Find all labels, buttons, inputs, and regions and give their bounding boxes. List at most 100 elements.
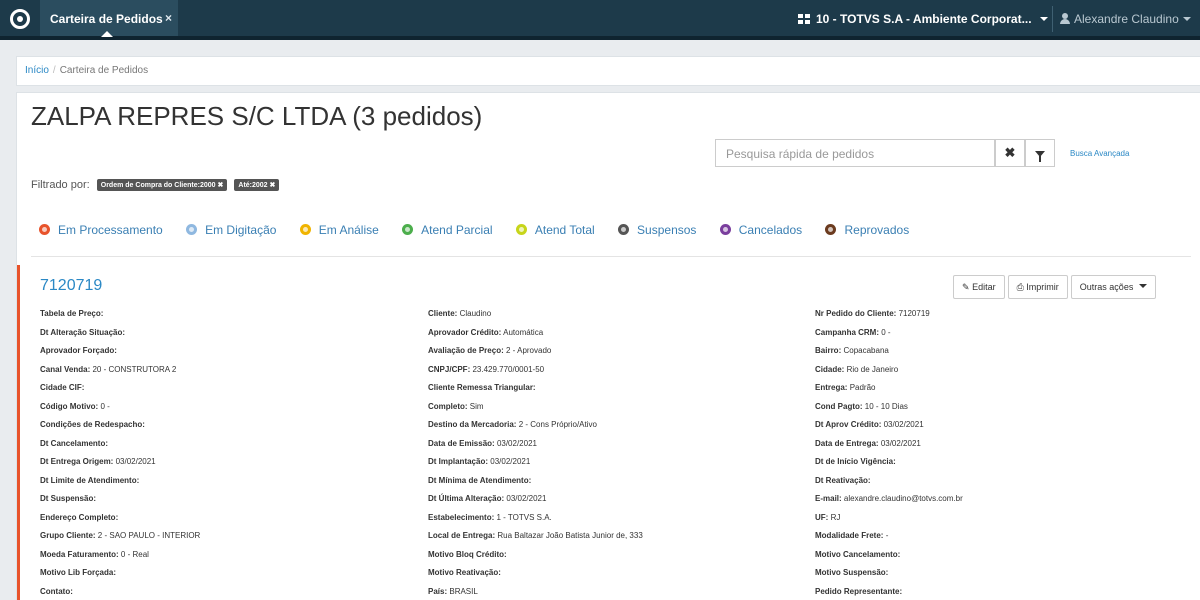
detail-label: Cond Pagto: — [815, 401, 863, 411]
detail-label: Dt Cancelamento: — [40, 438, 109, 448]
detail-row: Canal Venda: 20 - CONSTRUTORA 2 — [40, 365, 200, 384]
detail-value: 2 - SAO PAULO - INTERIOR — [97, 531, 201, 540]
order-actions: ✎ Editar ⎙ Imprimir Outras ações — [950, 275, 1157, 299]
detail-label: Estabelecimento: — [428, 512, 495, 522]
filter-icon — [1035, 151, 1045, 162]
detail-value: Rua Baltazar João Batista Junior de, 333 — [497, 531, 643, 540]
page-title: ZALPA REPRES S/C LTDA (3 pedidos) — [31, 101, 483, 131]
detail-row: Dt Reativação: — [815, 476, 963, 495]
detail-label: Canal Venda: — [40, 364, 91, 374]
detail-label: Condições de Redespacho: — [40, 420, 145, 429]
detail-label: Data de Emissão: — [428, 438, 495, 448]
legend-item-reprovados[interactable]: Reprovados — [825, 223, 909, 237]
detail-label: Cliente: — [428, 309, 458, 318]
active-filters: Filtrado por: Ordem de Compra do Cliente… — [31, 179, 280, 191]
detail-row: Pedido Representante: — [815, 587, 963, 600]
detail-label: Dt de Início Vigência: — [815, 457, 896, 466]
detail-row: Dt Limite de Atendimento: — [40, 476, 200, 495]
company-selector[interactable]: 10 - TOTVS S.A - Ambiente Corporat... — [798, 12, 1048, 26]
company-label: 10 - TOTVS S.A - Ambiente Corporat... — [816, 12, 1032, 26]
user-menu[interactable]: Alexandre Claudino — [1060, 12, 1191, 26]
status-dot-icon — [825, 224, 837, 235]
detail-label: Avaliação de Preço: — [428, 346, 504, 355]
legend-item-atend-parcial[interactable]: Atend Parcial — [402, 223, 493, 237]
order-card: 7120719 ✎ Editar ⎙ Imprimir Outras ações… — [17, 265, 1200, 600]
detail-value: 03/02/2021 — [115, 457, 156, 466]
legend-label: Atend Parcial — [421, 223, 493, 237]
order-details-col-2: Cliente: Claudino Aprovador Crédito: Auto… — [428, 309, 643, 600]
legend-item-em-digitacao[interactable]: Em Digitação — [186, 223, 276, 237]
detail-value: 23.429.770/0001-50 — [472, 364, 545, 374]
legend-item-atend-total[interactable]: Atend Total — [515, 223, 595, 237]
detail-value: 1 - TOTVS S.A. — [496, 512, 552, 522]
chevron-down-icon — [1182, 17, 1191, 21]
detail-label: Dt Suspensão: — [40, 494, 97, 503]
legend-item-em-analise[interactable]: Em Análise — [299, 223, 379, 237]
detail-label: Entrega: — [815, 383, 848, 392]
breadcrumb-separator: / — [52, 65, 56, 76]
breadcrumb-current: Carteira de Pedidos — [59, 65, 149, 76]
tab-close-icon[interactable]: × — [165, 11, 172, 25]
detail-value: 0 - Real — [120, 549, 149, 559]
status-dot-icon — [186, 224, 198, 235]
detail-value: 10 - 10 Dias — [864, 401, 908, 411]
detail-row: Dt Aprov Crédito: 03/02/2021 — [815, 420, 963, 439]
detail-label: Cidade: — [815, 364, 845, 374]
order-number-link[interactable]: 7120719 — [40, 277, 102, 295]
detail-value: 03/02/2021 — [880, 438, 921, 448]
detail-label: Motivo Reativação: — [428, 568, 501, 577]
main-panel: ZALPA REPRES S/C LTDA (3 pedidos) Pesqui… — [16, 92, 1200, 600]
detail-row: Data de Emissão: 03/02/2021 — [428, 439, 643, 458]
detail-row: Local de Entrega: Rua Baltazar João Bati… — [428, 531, 643, 550]
detail-label: Dt Aprov Crédito: — [815, 420, 882, 429]
order-details-col-3: Nr Pedido do Cliente: 7120719 Campanha CR… — [815, 309, 963, 600]
detail-label: Contato: — [40, 586, 73, 596]
legend-label: Reprovados — [844, 223, 910, 237]
detail-label: Dt Limite de Atendimento: — [40, 475, 140, 485]
legend-label: Em Processamento — [58, 223, 163, 237]
legend-item-suspensos[interactable]: Suspensos — [618, 223, 696, 237]
edit-button[interactable]: ✎ Editar — [953, 275, 1005, 299]
print-button[interactable]: ⎙ Imprimir — [1007, 275, 1068, 299]
detail-row: Dt de Início Vigência: — [815, 457, 963, 476]
detail-row: Aprovador Forçado: — [40, 346, 200, 365]
detail-row: Dt Implantação: 03/02/2021 — [428, 457, 643, 476]
detail-row: Moeda Faturamento: 0 - Real — [40, 550, 200, 569]
search-input[interactable]: Pesquisa rápida de pedidos — [715, 139, 995, 167]
detail-row: Motivo Lib Forçada: — [40, 568, 200, 587]
detail-row: Motivo Reativação: — [428, 568, 643, 587]
detail-value: 0 - — [100, 401, 110, 411]
detail-row: Bairro: Copacabana — [815, 346, 963, 365]
legend-item-cancelados[interactable]: Cancelados — [719, 223, 802, 237]
detail-label: E-mail: — [815, 494, 842, 503]
clear-search-button[interactable]: ✖ — [995, 139, 1025, 167]
divider — [31, 256, 1191, 257]
app-logo-icon[interactable] — [10, 9, 30, 29]
filter-button[interactable] — [1025, 139, 1055, 167]
filter-chip[interactable]: Até:2002 ✖ — [234, 179, 280, 191]
detail-label: Código Motivo: — [40, 401, 99, 411]
detail-row: Código Motivo: 0 - — [40, 402, 200, 421]
print-label: Imprimir — [1026, 282, 1059, 292]
detail-label: Dt Entrega Origem: — [40, 457, 114, 466]
user-icon — [1060, 13, 1070, 24]
detail-label: Destino da Mercadoria: — [428, 420, 517, 429]
detail-label: Dt Última Alteração: — [428, 494, 505, 503]
detail-value: Padrão — [849, 383, 876, 392]
more-actions-button[interactable]: Outras ações — [1070, 275, 1157, 299]
status-dot-icon — [618, 224, 630, 235]
detail-row: Dt Suspensão: — [40, 494, 200, 513]
legend-item-em-processamento[interactable]: Em Processamento — [39, 223, 163, 237]
detail-row: Endereço Completo: — [40, 513, 200, 532]
detail-label: País: — [428, 586, 448, 596]
detail-row: Entrega: Padrão — [815, 383, 963, 402]
breadcrumb-home-link[interactable]: Início — [25, 65, 49, 76]
detail-row: CNPJ/CPF: 23.429.770/0001-50 — [428, 365, 643, 384]
detail-row: Dt Entrega Origem: 03/02/2021 — [40, 457, 200, 476]
detail-label: Dt Reativação: — [815, 475, 871, 485]
detail-label: Nr Pedido do Cliente: — [815, 309, 897, 318]
detail-label: UF: — [815, 512, 829, 522]
advanced-search-link[interactable]: Busca Avançada — [1070, 149, 1129, 158]
chevron-down-icon — [1139, 284, 1148, 288]
filter-chip[interactable]: Ordem de Compra do Cliente:2000 ✖ — [96, 179, 228, 191]
